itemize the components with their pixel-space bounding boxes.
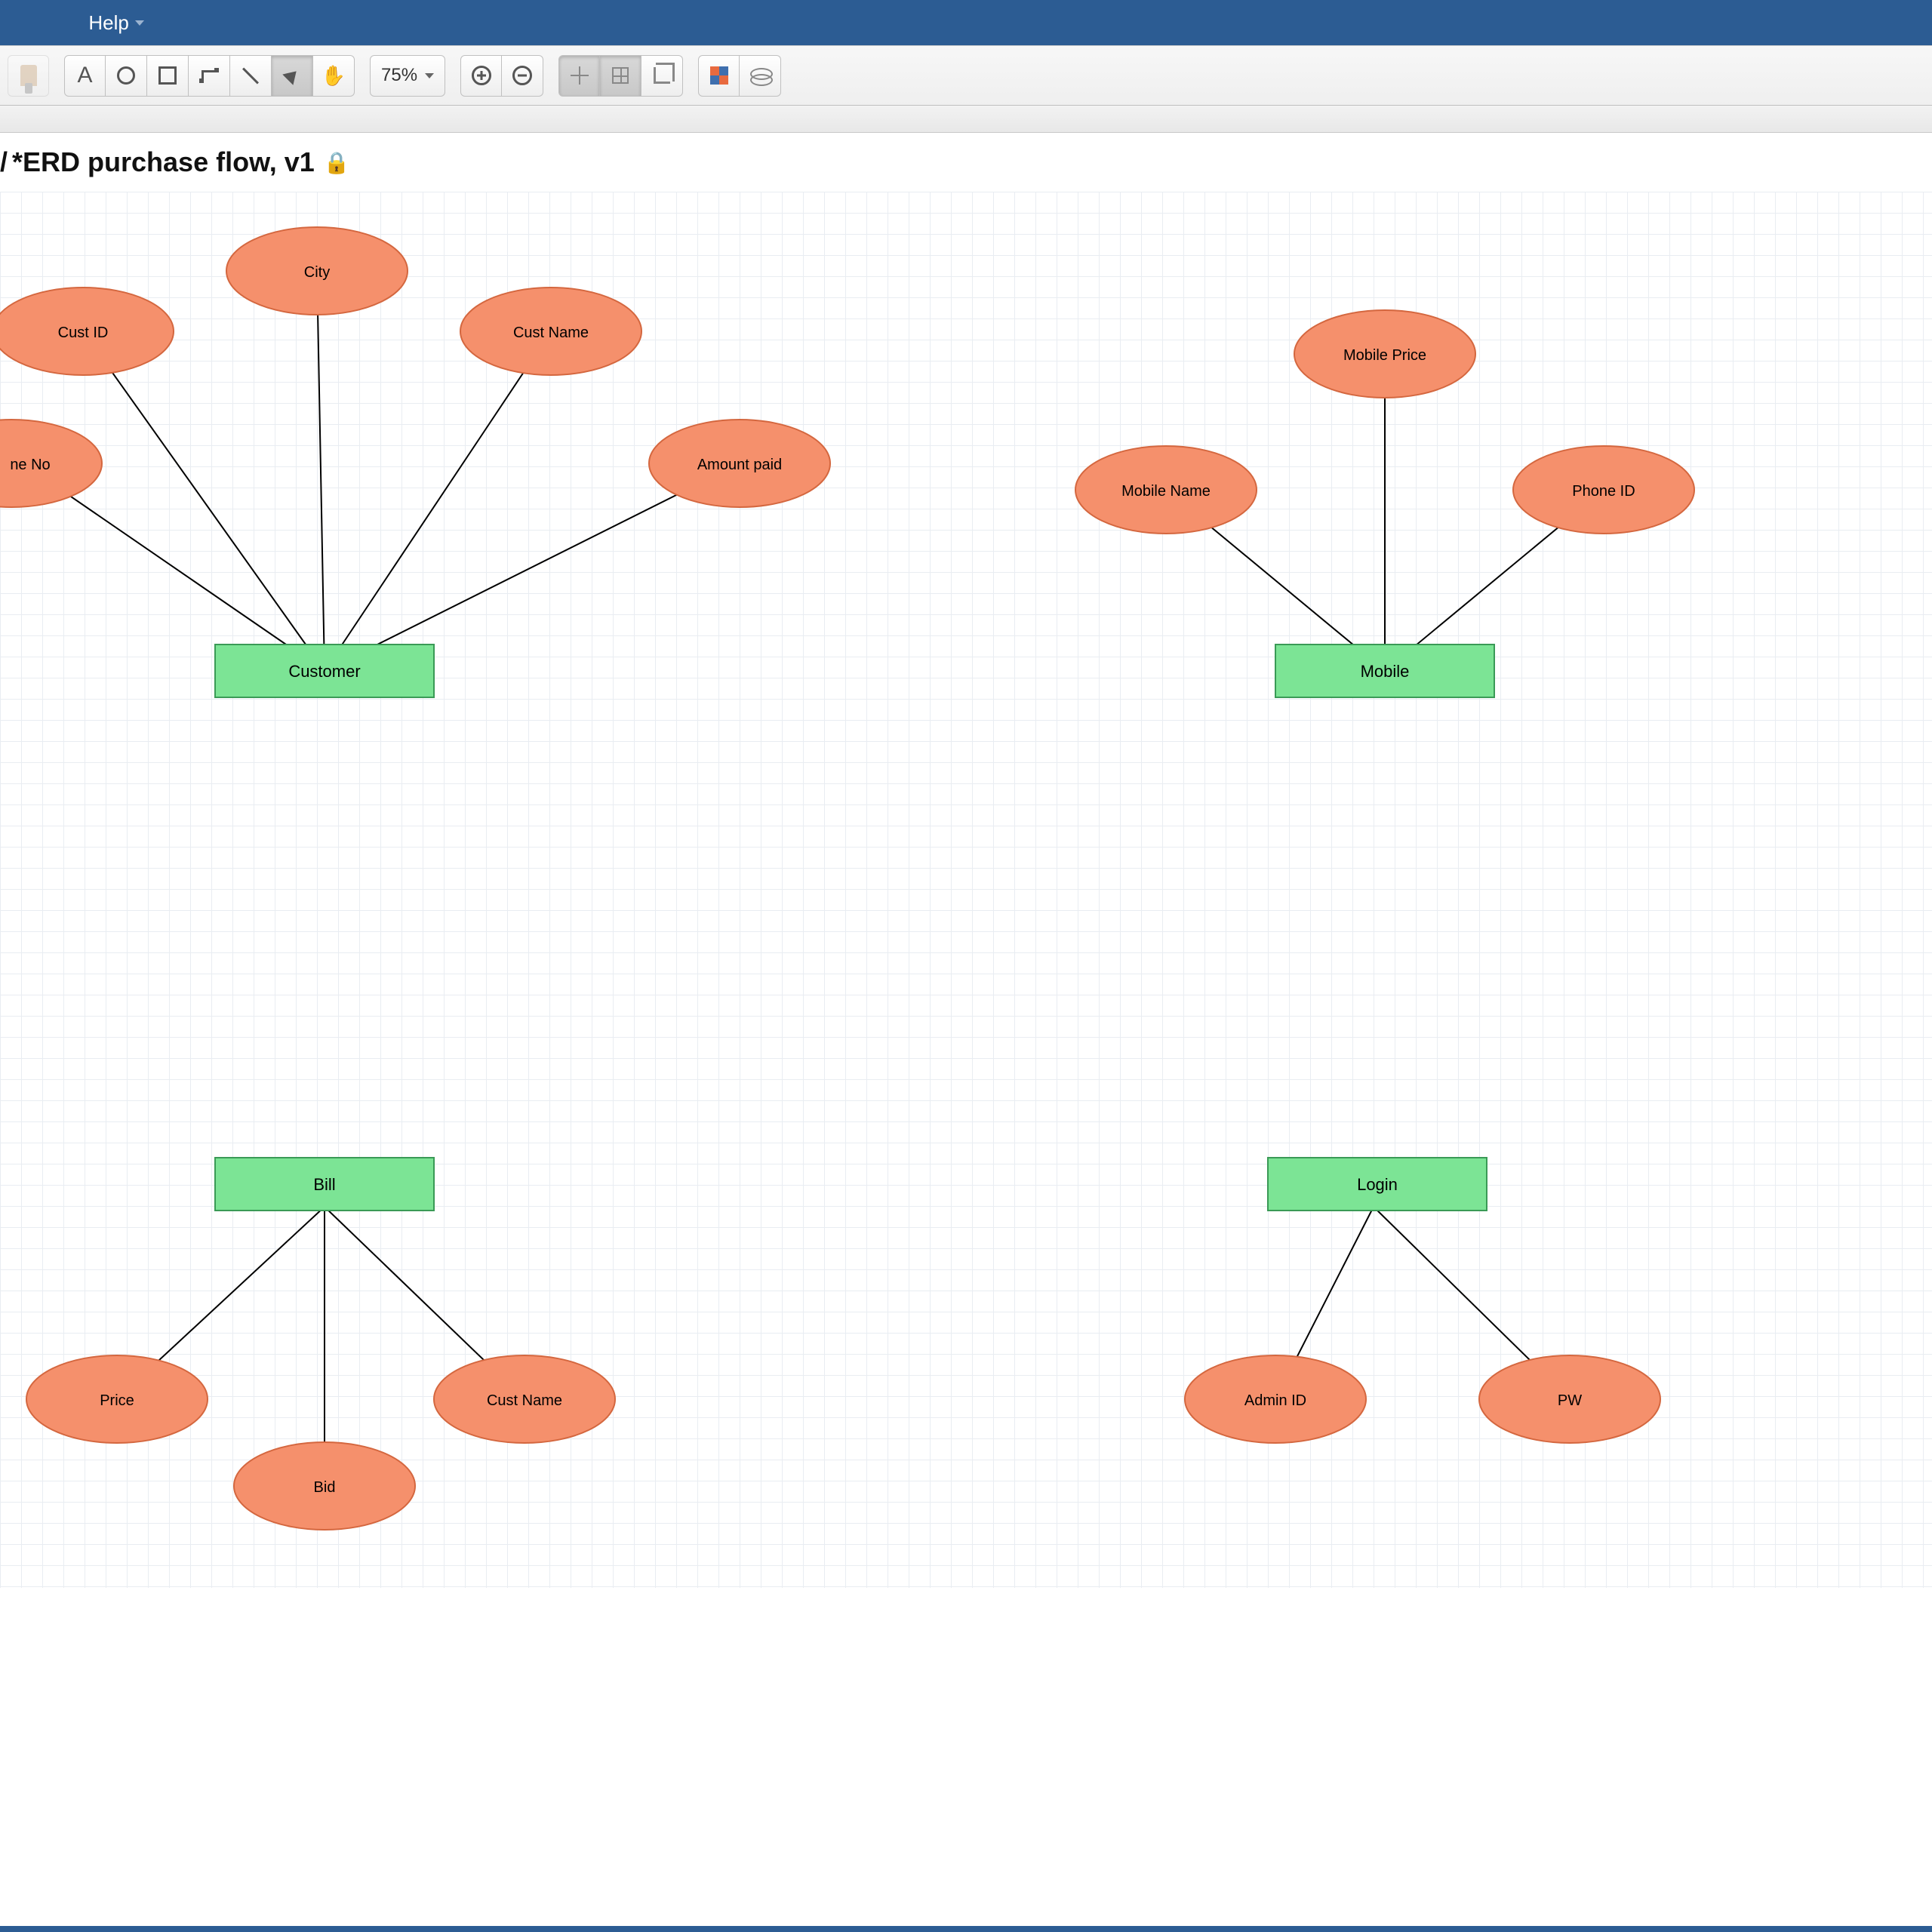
canvas[interactable]: Cust ID City Cust Name ne No Amount paid… (0, 192, 1932, 1588)
attr-mobile-name[interactable]: Mobile Name (1075, 446, 1257, 534)
menu-help[interactable]: Help (88, 11, 143, 35)
svg-text:Cust Name: Cust Name (487, 1392, 562, 1409)
lock-icon: 🔒 (324, 150, 350, 175)
attr-price[interactable]: Price (26, 1355, 208, 1443)
svg-text:Bid: Bid (314, 1479, 336, 1496)
color-palette-button[interactable] (698, 55, 740, 97)
doc-title[interactable]: *ERD purchase flow, v1 (12, 146, 315, 178)
svg-text:ne No: ne No (10, 457, 50, 473)
entity-customer[interactable]: Cust ID City Cust Name ne No Amount paid… (0, 227, 830, 697)
doc-header: / *ERD purchase flow, v1 🔒 (0, 133, 1932, 192)
attr-pw[interactable]: PW (1479, 1355, 1660, 1443)
breadcrumb-separator: / (0, 146, 8, 178)
svg-text:City: City (304, 264, 330, 281)
menubar: X Help (0, 0, 1932, 45)
attr-cust-name[interactable]: Cust Name (460, 288, 641, 375)
svg-text:Bill: Bill (313, 1175, 335, 1194)
chevron-down-icon (425, 73, 434, 78)
text-tool-button[interactable]: A (64, 55, 106, 97)
connector-tool-button[interactable] (189, 55, 230, 97)
attr-mobile-price[interactable]: Mobile Price (1294, 310, 1475, 398)
zoom-value: 75% (381, 65, 417, 86)
svg-text:Mobile: Mobile (1361, 662, 1410, 681)
line-tool-button[interactable] (230, 55, 272, 97)
chevron-down-icon (135, 20, 144, 26)
footer-bar (0, 1926, 1932, 1932)
attr-city[interactable]: City (226, 227, 408, 315)
snap-guides-button[interactable] (558, 55, 600, 97)
svg-text:Phone ID: Phone ID (1572, 483, 1635, 500)
entity-bill[interactable]: Bill Price Bid Cust Name (26, 1158, 615, 1530)
zoom-out-button[interactable] (502, 55, 543, 97)
crop-button[interactable] (641, 55, 683, 97)
svg-text:Price: Price (100, 1392, 134, 1409)
svg-text:Amount paid: Amount paid (697, 457, 782, 473)
format-painter-button[interactable] (8, 55, 49, 97)
menu-help-label: Help (88, 11, 128, 35)
attr-cust-name-bill[interactable]: Cust Name (434, 1355, 615, 1443)
entity-mobile[interactable]: Mobile Name Mobile Price Phone ID Mobile (1075, 310, 1694, 697)
rectangle-tool-button[interactable] (147, 55, 189, 97)
attr-phone-id[interactable]: Phone ID (1513, 446, 1694, 534)
svg-text:Login: Login (1357, 1175, 1398, 1194)
attr-phone-no[interactable]: ne No (0, 420, 102, 507)
attr-amount-paid[interactable]: Amount paid (649, 420, 830, 507)
svg-text:Mobile Price: Mobile Price (1343, 347, 1426, 364)
svg-text:Cust Name: Cust Name (513, 325, 589, 341)
attr-bid[interactable]: Bid (234, 1442, 415, 1530)
layers-button[interactable] (740, 55, 781, 97)
zoom-select[interactable]: 75% (370, 55, 445, 97)
toolbar: A ✋ 75% (0, 45, 1932, 106)
select-tool-button[interactable] (272, 55, 313, 97)
erd-diagram: Cust ID City Cust Name ne No Amount paid… (0, 192, 1932, 1588)
pan-tool-button[interactable]: ✋ (313, 55, 355, 97)
entity-login[interactable]: Login Admin ID PW (1185, 1158, 1660, 1443)
zoom-in-button[interactable] (460, 55, 502, 97)
grid-toggle-button[interactable] (600, 55, 641, 97)
svg-text:Admin ID: Admin ID (1244, 1392, 1306, 1409)
ruler (0, 106, 1932, 133)
svg-text:Cust ID: Cust ID (58, 325, 109, 341)
attr-admin-id[interactable]: Admin ID (1185, 1355, 1366, 1443)
svg-text:Customer: Customer (288, 662, 360, 681)
attr-cust-id[interactable]: Cust ID (0, 288, 174, 375)
svg-text:Mobile Name: Mobile Name (1121, 483, 1211, 500)
ellipse-tool-button[interactable] (106, 55, 147, 97)
svg-text:PW: PW (1558, 1392, 1582, 1409)
